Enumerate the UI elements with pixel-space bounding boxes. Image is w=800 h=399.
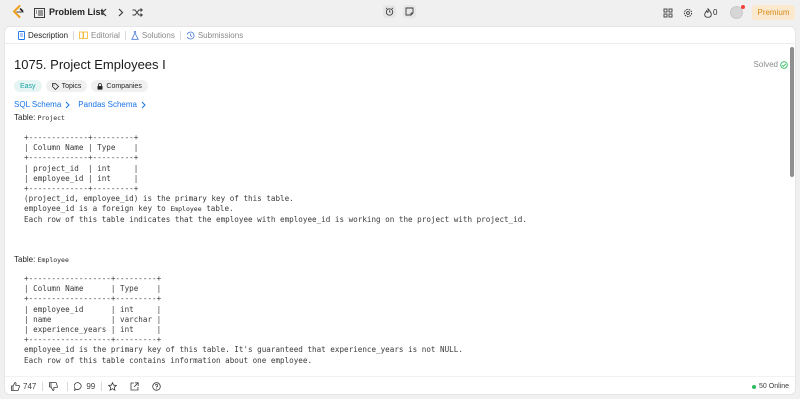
schema-links: SQL Schema Pandas Schema	[14, 100, 146, 109]
topics-label: Topics	[61, 82, 82, 90]
pandas-schema-label: Pandas Schema	[78, 100, 137, 109]
streak-count: 0	[713, 8, 718, 17]
share-button[interactable]	[130, 382, 142, 391]
chevron-right-icon	[141, 101, 146, 108]
star-icon	[108, 382, 118, 391]
problem-title: 1075. Project Employees I	[14, 57, 166, 72]
book-icon	[79, 31, 88, 39]
chevron-left-icon[interactable]	[99, 7, 109, 18]
solved-label: Solved	[753, 60, 778, 69]
tab-editorial[interactable]: Editorial	[74, 27, 125, 44]
layout-grid-icon[interactable]	[662, 7, 673, 18]
question-circle-icon	[152, 382, 161, 391]
table-prefix: Table:	[14, 255, 38, 264]
tag-icon	[51, 82, 59, 90]
document-icon	[18, 30, 25, 40]
premium-button[interactable]: Premium	[752, 5, 795, 20]
employee-table-caption: Table: Employee	[14, 255, 69, 264]
alarm-clock-icon[interactable]	[383, 5, 396, 18]
favorite-button[interactable]	[108, 382, 120, 391]
shuffle-icon[interactable]	[131, 7, 143, 18]
footer-divider	[67, 382, 69, 391]
companies-chip[interactable]: Companies	[91, 80, 148, 92]
tab-bar: Description Editorial Solutions Submissi…	[5, 27, 795, 44]
footer-divider	[42, 382, 44, 391]
description-panel: Description Editorial Solutions Submissi…	[4, 26, 796, 395]
gear-icon[interactable]	[682, 7, 693, 18]
pandas-schema-link[interactable]: Pandas Schema	[78, 100, 146, 109]
employee-table-schema: +------------------+---------+ | Column …	[24, 274, 463, 365]
like-button[interactable]: 747	[11, 382, 36, 391]
thumbs-down-icon	[49, 382, 59, 391]
note-icon[interactable]	[403, 5, 416, 18]
tab-submissions[interactable]: Submissions	[181, 27, 248, 44]
notification-dot	[741, 5, 745, 9]
share-icon	[130, 382, 139, 391]
problem-tags: Easy Topics Companies	[14, 80, 148, 92]
companies-label: Companies	[106, 82, 142, 90]
tab-solutions[interactable]: Solutions	[126, 27, 180, 44]
lock-icon	[97, 82, 103, 90]
flask-icon	[131, 30, 139, 40]
problem-list-label[interactable]: Problem List	[49, 7, 104, 17]
topics-chip[interactable]: Topics	[45, 80, 88, 92]
like-count: 747	[23, 382, 37, 391]
top-bar: Problem List 0 Premium	[0, 0, 800, 25]
tab-editorial-label: Editorial	[91, 30, 120, 40]
tab-solutions-label: Solutions	[141, 30, 175, 40]
comment-icon	[74, 382, 82, 391]
online-count: 50 Online	[759, 383, 789, 390]
solved-status: Solved	[754, 60, 788, 69]
sql-schema-label: SQL Schema	[14, 100, 62, 109]
tab-description-label: Description	[28, 30, 69, 40]
fk-table-name: Employee	[170, 205, 202, 214]
scrollbar[interactable]	[790, 47, 794, 177]
table-name-project: Project	[37, 114, 65, 122]
leetcode-logo[interactable]	[11, 5, 25, 19]
table-name-employee: Employee	[37, 256, 69, 264]
project-ascii: +-------------+---------+ | Column Name …	[24, 133, 294, 214]
tab-description[interactable]: Description	[13, 27, 73, 44]
chevron-right-icon	[65, 101, 70, 108]
footer-bar: 747 99 50 Online	[5, 376, 795, 394]
footer-divider	[101, 382, 103, 391]
help-button[interactable]	[152, 382, 164, 391]
sql-schema-link[interactable]: SQL Schema	[14, 100, 70, 109]
online-dot	[752, 384, 757, 389]
streak-flame-icon[interactable]	[703, 7, 713, 18]
table-prefix: Table:	[14, 113, 38, 122]
tab-submissions-label: Submissions	[197, 30, 244, 40]
history-icon	[186, 31, 195, 39]
comment-count: 99	[86, 382, 96, 391]
problem-content: 1075. Project Employees I Solved Easy To…	[14, 53, 788, 373]
difficulty-badge: Easy	[14, 80, 42, 92]
dislike-button[interactable]	[49, 382, 61, 391]
project-table-schema: +-------------+---------+ | Column Name …	[24, 133, 527, 225]
problem-list-icon[interactable]	[34, 7, 45, 18]
thumbs-up-icon	[11, 382, 20, 391]
check-circle-icon	[780, 60, 788, 69]
chevron-right-icon[interactable]	[116, 7, 126, 18]
comments-button[interactable]: 99	[74, 382, 95, 391]
online-indicator: 50 Online	[752, 383, 789, 390]
project-table-caption: Table: Project	[14, 113, 65, 122]
